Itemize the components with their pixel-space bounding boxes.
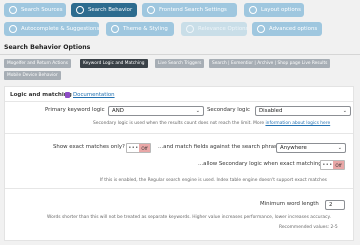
tab-frontend-search-settings[interactable]: Frontend Search Settings — [142, 3, 237, 17]
subtab-live-results[interactable]: Search | Exmentior | Archive | Shop page… — [209, 59, 331, 68]
tab-label: Advanced options — [269, 26, 318, 32]
logic-matching-panel: Logic and matching Documentation Primary… — [4, 86, 354, 241]
chevron-down-icon: ⌄ — [337, 145, 342, 151]
toggle-off: Off — [139, 144, 150, 152]
subtab-keyword-logic[interactable]: Keyword Logic and Matching — [80, 59, 148, 68]
subtab-label: Mogelfer and Return Actions — [7, 61, 68, 66]
panel-heading: Logic and matching — [10, 92, 72, 98]
logic-info-link[interactable]: information about logics here — [265, 121, 330, 126]
section-divider — [0, 54, 360, 55]
match-fields-select[interactable]: Anywhere ⌄ — [276, 143, 346, 153]
chevron-down-icon: ⌄ — [342, 108, 347, 114]
panel-divider — [5, 188, 353, 189]
gear-icon — [257, 25, 265, 33]
tab-label: Search Sources — [21, 7, 63, 13]
secondary-logic-help: Secondary logic is used when the results… — [93, 121, 331, 126]
tab-label: Frontend Search Settings — [159, 7, 227, 13]
min-word-length-input[interactable]: 2 — [325, 200, 345, 210]
subtab-mobile-behavior[interactable]: Mobile Device Behavior — [4, 71, 61, 80]
subtab-return-actions[interactable]: Mogelfer and Return Actions — [4, 59, 71, 68]
exact-matches-toggle[interactable]: ••• Off — [126, 143, 151, 153]
documentation-icon — [65, 92, 70, 98]
layout-icon — [249, 6, 257, 14]
secondary-logic-label: Secondary logic — [207, 107, 250, 113]
tab-label: Autocomplete & Suggestions — [21, 26, 100, 32]
tab-label: Layout options — [261, 7, 301, 13]
select-value: Anywhere — [280, 145, 307, 151]
tab-label: Search Behavior — [88, 7, 133, 13]
gear-icon — [147, 6, 155, 14]
tab-autocomplete-suggestions[interactable]: Autocomplete & Suggestions — [4, 22, 99, 36]
allow-secondary-toggle[interactable]: ••• Off — [320, 160, 345, 170]
select-value: Disabled — [259, 108, 283, 114]
toggle-off: Off — [333, 161, 344, 169]
exact-matches-label: Show exact matches only? — [53, 144, 125, 150]
tab-search-sources[interactable]: Search Sources — [4, 3, 66, 17]
tab-label: Relevance Options — [198, 26, 249, 32]
panel-divider — [5, 101, 353, 102]
gear-icon — [9, 6, 17, 14]
min-word-recommended: Recommended values: 2-5 — [279, 225, 338, 230]
section-title: Search Behavior Options — [4, 44, 91, 51]
palette-icon — [111, 25, 119, 33]
subtab-label: Search | Exmentior | Archive | Shop page… — [212, 61, 328, 66]
gear-icon — [9, 25, 17, 33]
min-word-help: Words shorter than this will not be trea… — [47, 215, 331, 220]
chevron-down-icon: ⌄ — [195, 108, 200, 114]
tab-theme-styling[interactable]: Theme & Styling — [106, 22, 174, 36]
subtab-live-search-triggers[interactable]: Live Search Triggers — [155, 59, 205, 68]
tab-layout-options[interactable]: Layout options — [244, 3, 304, 17]
primary-logic-label: Primary keyword logic — [45, 107, 105, 113]
allow-secondary-label: ...allow Secondary logic when exact matc… — [198, 161, 325, 167]
subtab-label: Mobile Device Behavior — [7, 73, 58, 78]
subtab-label: Live Search Triggers — [158, 61, 202, 66]
panel-divider — [5, 133, 353, 134]
documentation-link[interactable]: Documentation — [73, 92, 115, 98]
tab-relevance-options[interactable]: Relevance Options — [181, 22, 249, 36]
match-fields-label: ...and match fields against the search p… — [158, 144, 281, 150]
tab-label: Theme & Styling — [123, 26, 168, 32]
tab-search-behavior[interactable]: Search Behavior — [71, 3, 137, 17]
search-icon — [76, 6, 84, 14]
exact-matches-help: If this is enabled, the Regular search e… — [100, 178, 327, 183]
min-word-length-label: Minimum word length — [260, 201, 319, 207]
gear-icon — [186, 25, 194, 33]
primary-logic-select[interactable]: AND ⌄ — [108, 106, 204, 116]
subtab-label: Keyword Logic and Matching — [83, 61, 145, 66]
tab-advanced-options[interactable]: Advanced options — [252, 22, 322, 36]
secondary-logic-select[interactable]: Disabled ⌄ — [255, 106, 351, 116]
select-value: AND — [112, 108, 124, 114]
